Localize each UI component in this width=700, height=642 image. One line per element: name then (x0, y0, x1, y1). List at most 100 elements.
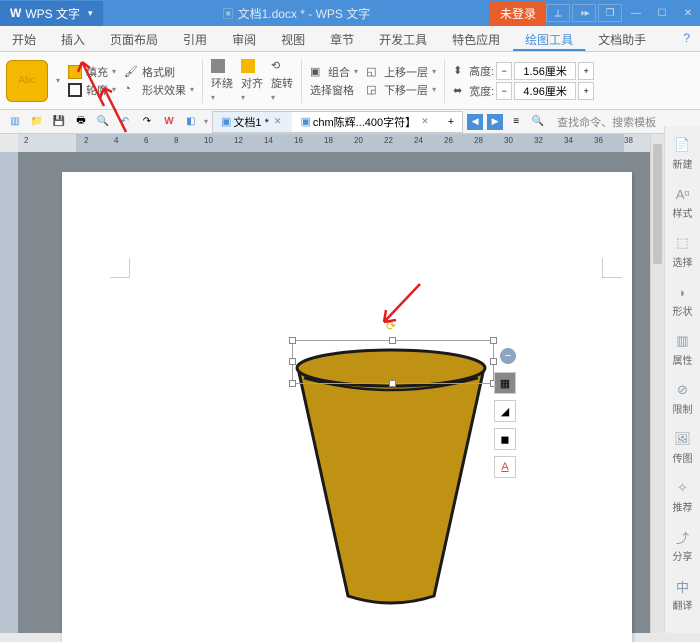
quick-access-bar: ▥ 📁 💾 🖶 🔍 ↶ ↷ W ◧ ▾ ▣ 文档1 * ✕ ▣ chm陈辉...… (0, 110, 700, 134)
help-icon[interactable]: ? (673, 26, 700, 51)
rotate-dropdown[interactable]: ⟲ (271, 59, 293, 73)
format-painter-button[interactable]: 格式刷 (142, 64, 175, 80)
shape-style-more-icon[interactable]: ▾ (56, 76, 60, 85)
group-dropdown[interactable]: 组合 (328, 64, 350, 80)
document-page[interactable]: ⟳ − ▦ ◢ ◼ A (62, 172, 632, 642)
selection-handle[interactable] (289, 380, 296, 387)
new-icon[interactable]: ▥ (6, 113, 24, 131)
sidebar-item-property[interactable]: ▥属性 (673, 328, 693, 371)
selection-handle[interactable] (289, 337, 296, 344)
nav-next-icon[interactable]: ▶ (487, 114, 503, 130)
skin-icon[interactable]: ◑▸ (572, 4, 596, 22)
sidebar-item-restrict[interactable]: ⊘限制 (673, 377, 693, 420)
selection-handle[interactable] (289, 358, 296, 365)
scrollbar-thumb[interactable] (653, 144, 662, 264)
app-dropdown-icon[interactable]: ▾ (88, 8, 93, 19)
save-icon[interactable]: 💾 (50, 113, 68, 131)
redo-icon[interactable]: ↷ (138, 113, 156, 131)
rotate-handle-icon[interactable]: ⟳ (386, 319, 396, 333)
bring-forward-dropdown[interactable]: 上移一层 (384, 64, 428, 80)
selection-handle[interactable] (389, 337, 396, 344)
close-icon[interactable]: ✕ (676, 4, 700, 22)
cube-icon[interactable]: ◧ (182, 113, 200, 131)
ruler-tick: 22 (384, 136, 393, 145)
send-backward-dropdown[interactable]: 下移一层 (384, 82, 428, 98)
share-icon: ⤴ (674, 528, 692, 546)
selection-handle[interactable] (490, 337, 497, 344)
outline-dropdown[interactable]: 轮廓 (86, 82, 108, 98)
sidebar-item-shape[interactable]: ◗形状 (673, 279, 693, 322)
tab-review[interactable]: 审阅 (220, 26, 269, 51)
sidebar-item-style[interactable]: Aᵅ样式 (673, 181, 693, 224)
chevron-down-icon[interactable]: ▾ (190, 85, 194, 94)
height-input[interactable] (514, 62, 576, 80)
selection-box[interactable]: ⟳ (292, 340, 494, 384)
undo-icon[interactable]: ↶ (116, 113, 134, 131)
fill-dropdown[interactable]: 填充 (86, 64, 108, 80)
qat-more-icon[interactable]: ▾ (204, 117, 208, 126)
upload-icon: 🖼 (674, 430, 692, 448)
sidebar-item-translate[interactable]: 中翻译 (673, 573, 693, 616)
vertical-ruler[interactable] (0, 152, 18, 633)
shape-effects-dropdown[interactable]: 形状效果 (142, 82, 186, 98)
tab-view[interactable]: 视图 (269, 26, 318, 51)
ruler-toggle-icon[interactable]: ⟂ (546, 4, 570, 22)
width-decrement[interactable]: − (496, 82, 512, 100)
open-icon[interactable]: 📁 (28, 113, 46, 131)
app-logo[interactable]: W WPS 文字 ▾ (0, 1, 103, 26)
shape-style-preview[interactable]: Abc (6, 60, 48, 102)
horizontal-ruler[interactable]: 22468101214161820222426283032343638 (18, 134, 664, 152)
maximize-icon[interactable]: ☐ (650, 4, 674, 22)
outline-icon (68, 83, 82, 97)
tab-references[interactable]: 引用 (171, 26, 220, 51)
effects-icon: ◔ (124, 83, 138, 97)
search-placeholder[interactable]: 查找命令、搜索模板 (557, 114, 656, 130)
sidebar-item-upload[interactable]: 🖼传图 (673, 426, 693, 469)
tab-doc-helper[interactable]: 文档助手 (586, 26, 659, 51)
login-button[interactable]: 未登录 (490, 1, 546, 26)
new-tab-button[interactable]: + (440, 112, 462, 132)
tab-chapter[interactable]: 章节 (318, 26, 367, 51)
preview-icon[interactable]: 🔍 (94, 113, 112, 131)
doc-tab-1[interactable]: ▣ 文档1 * ✕ (213, 112, 292, 132)
chevron-down-icon[interactable]: ▾ (112, 67, 116, 76)
nav-prev-icon[interactable]: ◀ (467, 114, 483, 130)
doc-tab-2[interactable]: ▣ chm陈辉...400字符】 ✕ (292, 112, 439, 132)
search-icon[interactable]: 🔍 (529, 113, 547, 131)
width-input[interactable] (514, 82, 576, 100)
wrap-dropdown[interactable] (211, 59, 233, 73)
text-tool-icon[interactable]: A (494, 456, 516, 478)
selection-handle[interactable] (389, 380, 396, 387)
doc-icon: ▣ (300, 115, 310, 128)
tab-insert[interactable]: 插入 (49, 26, 98, 51)
vertical-scrollbar[interactable] (650, 134, 664, 633)
tab-home[interactable]: 开始 (0, 26, 49, 51)
sidebar-item-new[interactable]: 📄新建 (673, 132, 693, 175)
selection-pane-button[interactable]: 选择窗格 (310, 82, 354, 98)
sidebar-item-recommend[interactable]: ✧推荐 (673, 475, 693, 518)
wps-cloud-icon[interactable]: W (160, 113, 178, 131)
print-icon[interactable]: 🖶 (72, 113, 90, 131)
minimize-icon[interactable]: — (624, 4, 648, 22)
outline-tool-icon[interactable]: ◢ (494, 400, 516, 422)
close-icon[interactable]: ✕ (418, 116, 432, 127)
fill-tool-icon[interactable]: ▦ (494, 372, 516, 394)
shadow-tool-icon[interactable]: ◼ (494, 428, 516, 450)
chevron-down-icon[interactable]: ▾ (112, 85, 116, 94)
height-decrement[interactable]: − (496, 62, 512, 80)
close-icon[interactable]: ✕ (271, 116, 285, 127)
tab-drawing-tools[interactable]: 绘图工具 (513, 26, 586, 51)
width-increment[interactable]: + (578, 82, 594, 100)
align-dropdown[interactable] (241, 59, 263, 73)
collapse-icon[interactable]: − (500, 348, 516, 364)
sidebar-item-select[interactable]: ⬚选择 (673, 230, 693, 273)
translate-icon: 中 (674, 577, 692, 595)
window-icon[interactable]: ❐ (598, 4, 622, 22)
list-icon[interactable]: ≡ (507, 113, 525, 131)
tab-dev-tools[interactable]: 开发工具 (367, 26, 440, 51)
tab-page-layout[interactable]: 页面布局 (98, 26, 171, 51)
select-icon: ⬚ (674, 234, 692, 252)
height-increment[interactable]: + (578, 62, 594, 80)
tab-special[interactable]: 特色应用 (440, 26, 513, 51)
sidebar-item-share[interactable]: ⤴分享 (673, 524, 693, 567)
